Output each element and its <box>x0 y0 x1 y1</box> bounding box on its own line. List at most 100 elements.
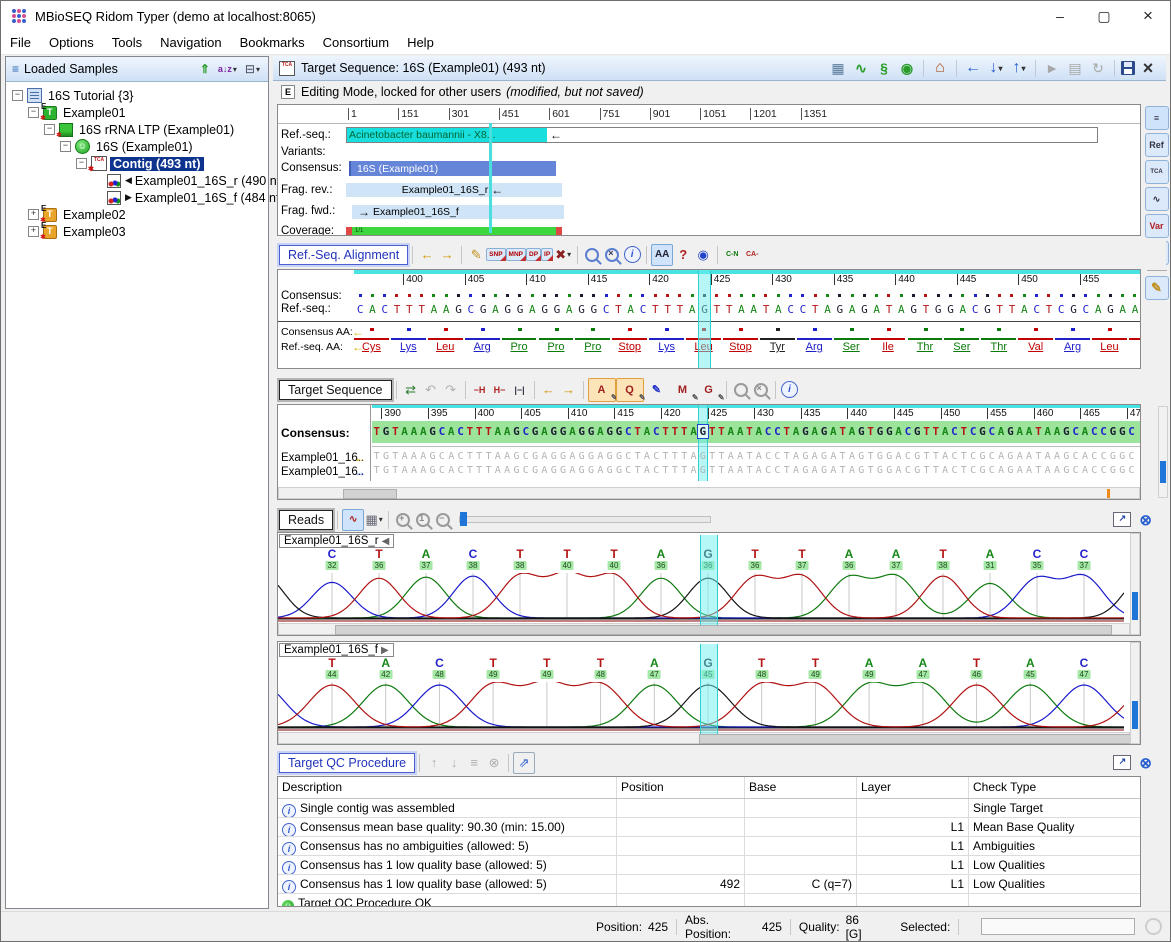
ref-base[interactable]: A <box>772 303 784 316</box>
ref-base[interactable]: T <box>674 303 686 316</box>
trace-base-call[interactable]: A <box>652 547 670 561</box>
consensus-base[interactable]: G <box>549 425 558 438</box>
ref-base[interactable]: T <box>994 303 1006 316</box>
trace-base-call[interactable]: C <box>323 547 341 561</box>
consensus-base[interactable]: A <box>735 425 744 438</box>
ref-base[interactable]: A <box>821 303 833 316</box>
tree-expander-minus[interactable]: − <box>76 158 87 169</box>
qc-row[interactable]: iConsensus has 1 low quality base (allow… <box>278 875 1140 894</box>
consensus-base[interactable]: A <box>847 425 856 438</box>
tree-item[interactable]: −✱TCAContig (493 nt) <box>6 155 268 172</box>
consensus-base[interactable]: A <box>754 425 763 438</box>
ref-base[interactable]: T <box>883 303 895 316</box>
ref-base[interactable]: T <box>723 303 735 316</box>
amino-acid[interactable]: Pro <box>575 338 610 354</box>
tree-expander-minus[interactable]: − <box>60 141 71 152</box>
consensus-base[interactable]: C <box>652 425 661 438</box>
detach-panel-icon[interactable]: ↗ <box>1113 512 1131 527</box>
menu-help[interactable]: Help <box>398 33 443 52</box>
consensus-base[interactable]: C <box>968 425 977 438</box>
ref-base[interactable]: T <box>920 303 932 316</box>
close-panel-icon[interactable]: ⊗ <box>1139 511 1152 529</box>
consensus-base[interactable]: A <box>996 425 1005 438</box>
submit-icon[interactable]: ► <box>1042 58 1062 78</box>
consensus-base[interactable]: G <box>428 425 437 438</box>
trace-base-call[interactable]: T <box>370 547 388 561</box>
consensus-base[interactable]: A <box>810 425 819 438</box>
close-button[interactable]: × <box>1126 1 1170 31</box>
amino-acid[interactable]: Lys <box>649 338 684 354</box>
ref-base[interactable]: G <box>858 303 870 316</box>
menu-navigation[interactable]: Navigation <box>151 33 230 52</box>
scrollbar-thumb[interactable] <box>1160 461 1166 483</box>
alignment-cursor[interactable] <box>698 270 710 369</box>
ref-base[interactable]: C <box>600 303 612 316</box>
amino-acid[interactable]: Cys <box>354 338 389 354</box>
ref-base[interactable]: A <box>957 303 969 316</box>
minimize-button[interactable]: – <box>1038 1 1082 31</box>
trace-view-icon[interactable]: ∿ <box>1145 187 1169 211</box>
tree-item[interactable]: ◀Example01_16S_r (490 nt) <box>6 172 268 189</box>
home-icon[interactable]: ⌂ <box>930 58 950 78</box>
ref-base[interactable]: A <box>1117 303 1129 316</box>
trim-right-icon[interactable]: H− <box>490 380 510 400</box>
overview-view-icon[interactable]: ≡ <box>1145 106 1169 130</box>
ref-base[interactable]: C <box>797 303 809 316</box>
ambiguity-icon[interactable]: ? <box>673 245 693 265</box>
previous-difference-icon[interactable]: ← <box>417 245 437 265</box>
gap-pen-icon[interactable]: G✎ <box>696 379 722 401</box>
info-icon[interactable]: i <box>780 380 800 400</box>
ref-base[interactable]: T <box>760 303 772 316</box>
consensus-base[interactable]: G <box>913 425 922 438</box>
trace-vertical-scrollbar[interactable] <box>1130 642 1140 744</box>
consensus-base[interactable]: T <box>680 425 689 438</box>
info-icon[interactable]: i <box>622 245 642 265</box>
consensus-base[interactable]: A <box>1052 425 1061 438</box>
consensus-base[interactable]: A <box>642 425 651 438</box>
consensus-base[interactable]: A <box>894 425 903 438</box>
trace-base-call[interactable]: C <box>464 547 482 561</box>
consensus-base[interactable]: G <box>1118 425 1127 438</box>
consensus-base[interactable]: T <box>633 425 642 438</box>
close-panel-icon[interactable]: ⊗ <box>1139 754 1152 772</box>
qc-export-icon[interactable]: ⇗ <box>513 752 535 774</box>
next-low-quality-icon[interactable]: → <box>559 380 579 400</box>
consensus-base[interactable]: A <box>400 425 409 438</box>
reads-label[interactable]: Reads <box>279 510 333 530</box>
consensus-base[interactable]: C <box>1090 425 1099 438</box>
trace-base-call[interactable]: T <box>511 547 529 561</box>
tree-item[interactable]: −TE✱Example01 <box>6 104 268 121</box>
ref-base[interactable]: A <box>428 303 440 316</box>
ref-base[interactable]: A <box>1018 303 1030 316</box>
ref-base[interactable]: G <box>551 303 563 316</box>
consensus-base[interactable]: A <box>493 425 502 438</box>
trace-base-call[interactable]: A <box>887 547 905 561</box>
trace-base-call[interactable]: T <box>806 656 824 670</box>
amino-acid[interactable]: Pro <box>539 338 574 354</box>
consensus-base[interactable]: T <box>372 425 381 438</box>
consensus-base[interactable]: A <box>689 425 698 438</box>
consensus-base[interactable]: G <box>577 425 586 438</box>
frag-fwd-bar[interactable]: →Example01_16S_f <box>352 205 564 219</box>
qc-column-header[interactable]: Position <box>617 777 745 798</box>
ref-base[interactable]: A <box>440 303 452 316</box>
ref-base[interactable]: G <box>539 303 551 316</box>
consensus-base[interactable]: T <box>475 425 484 438</box>
aa-frame-arrow-icon[interactable]: ← <box>352 325 364 339</box>
grid-view-icon[interactable]: ▦▾ <box>364 510 384 530</box>
consensus-base[interactable]: G <box>586 425 595 438</box>
consensus-base[interactable]: T <box>959 425 968 438</box>
trim-range-icon[interactable]: |−| <box>510 380 530 400</box>
consensus-bar[interactable]: 16S (Example01) <box>346 161 556 176</box>
mask-pen-icon[interactable]: M✎ <box>670 379 696 401</box>
undo-icon[interactable]: ↶ <box>421 380 441 400</box>
amino-acid[interactable]: Arg <box>797 338 832 354</box>
consensus-base[interactable]: A <box>540 425 549 438</box>
redo-icon[interactable]: ↷ <box>441 380 461 400</box>
consensus-base[interactable]: A <box>1015 425 1024 438</box>
consensus-base[interactable]: G <box>1006 425 1015 438</box>
consensus-base[interactable]: G <box>819 425 828 438</box>
ref-base[interactable]: C <box>785 303 797 316</box>
trace-cursor[interactable] <box>700 535 718 625</box>
sort-samples-button[interactable]: a↓z▾ <box>218 64 237 74</box>
